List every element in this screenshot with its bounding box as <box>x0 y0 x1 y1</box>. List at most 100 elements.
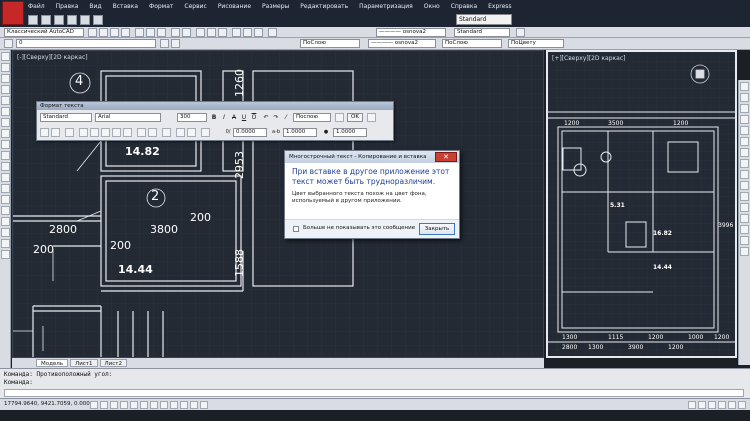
stack-icon[interactable]: ⁄ <box>281 113 291 122</box>
options-icon[interactable] <box>367 113 376 122</box>
numbering-icon[interactable] <box>148 128 157 137</box>
make-block-icon[interactable] <box>1 184 10 193</box>
ortho-icon[interactable] <box>110 401 118 409</box>
menu-draw[interactable]: Рисование <box>218 3 251 10</box>
underline-icon[interactable]: U <box>239 113 249 122</box>
italic-icon[interactable]: I <box>219 113 229 122</box>
rotate-icon[interactable] <box>740 148 749 157</box>
hatch-icon[interactable] <box>1 206 10 215</box>
layout-icon[interactable] <box>698 401 706 409</box>
mirror-icon[interactable] <box>740 104 749 113</box>
undo-icon[interactable] <box>171 28 180 37</box>
multiline-text-icon[interactable] <box>1 250 10 259</box>
cut-icon[interactable] <box>135 28 144 37</box>
offset-icon[interactable] <box>740 115 749 124</box>
break-icon[interactable] <box>740 203 749 212</box>
align-right-icon[interactable] <box>101 128 110 137</box>
layer-select[interactable]: 0 <box>16 39 156 48</box>
zoom-icon[interactable] <box>207 28 216 37</box>
explode-icon[interactable] <box>740 247 749 256</box>
lowercase-icon[interactable] <box>187 128 196 137</box>
ok-button[interactable]: OK <box>347 113 363 122</box>
justification-icon[interactable] <box>51 128 60 137</box>
construction-line-icon[interactable] <box>1 63 10 72</box>
close-button[interactable]: Закрыть <box>419 223 455 235</box>
textstyle-select[interactable]: Standard <box>456 14 512 25</box>
trim-icon[interactable] <box>740 181 749 190</box>
dimstyle-select[interactable]: Standard <box>454 28 510 37</box>
pan-icon[interactable] <box>196 28 205 37</box>
align-center-icon[interactable] <box>90 128 99 137</box>
distribute-icon[interactable] <box>123 128 132 137</box>
lineweight-icon[interactable] <box>170 401 178 409</box>
spline-icon[interactable] <box>1 140 10 149</box>
grid-icon[interactable] <box>100 401 108 409</box>
stretch-icon[interactable] <box>740 170 749 179</box>
color-select[interactable]: ПоСлою <box>300 39 360 48</box>
erase-icon[interactable] <box>740 82 749 91</box>
dont-show-label[interactable]: Больше не показывать это сообщение <box>303 225 415 231</box>
region-icon[interactable] <box>1 228 10 237</box>
otrack-icon[interactable] <box>140 401 148 409</box>
workspace-switch-icon[interactable] <box>718 401 726 409</box>
menu-express[interactable]: Express <box>488 3 511 10</box>
viewport-right-label[interactable]: [+][Сверху][2D каркас] <box>552 55 625 62</box>
lock-icon[interactable] <box>728 401 736 409</box>
save-icon[interactable] <box>54 15 64 25</box>
paragraph-icon[interactable] <box>65 128 74 137</box>
menu-dimension[interactable]: Размеры <box>262 3 289 10</box>
viewport-right[interactable]: [+][Сверху][2D каркас] 1200 3500 1200 2800 1… <box>546 50 737 358</box>
new-icon[interactable] <box>88 28 97 37</box>
transparency-icon[interactable] <box>180 401 188 409</box>
tab-model[interactable]: Модель <box>36 359 69 367</box>
circle-icon[interactable] <box>1 118 10 127</box>
app-logo-icon[interactable] <box>2 1 24 25</box>
overline-icon[interactable]: O <box>249 113 259 122</box>
bold-icon[interactable]: B <box>209 113 219 122</box>
quick-properties-icon[interactable] <box>190 401 198 409</box>
annotation-scale-icon[interactable] <box>708 401 716 409</box>
text-height-select[interactable]: 300 <box>177 113 207 122</box>
new-icon[interactable] <box>28 15 38 25</box>
lineweight-select[interactable]: ПоСлою <box>442 39 502 48</box>
gradient-icon[interactable] <box>1 217 10 226</box>
open-icon[interactable] <box>99 28 108 37</box>
selection-cycling-icon[interactable] <box>200 401 208 409</box>
menu-file[interactable]: Файл <box>28 3 45 10</box>
zoom-window-icon[interactable] <box>218 28 227 37</box>
dyn-icon[interactable] <box>160 401 168 409</box>
justify-icon[interactable] <box>112 128 121 137</box>
tab-sheet2[interactable]: Лист2 <box>99 359 127 367</box>
command-input[interactable] <box>4 389 744 397</box>
menu-modify[interactable]: Редактировать <box>300 3 348 10</box>
tool-palettes-icon[interactable] <box>254 28 263 37</box>
text-style-select[interactable]: Standard <box>40 113 92 122</box>
align-left-icon[interactable] <box>79 128 88 137</box>
ellipse-icon[interactable] <box>1 151 10 160</box>
redo-icon[interactable]: ↷ <box>271 113 281 122</box>
tracking-input[interactable]: 1.0000 <box>283 128 317 137</box>
print-icon[interactable] <box>121 28 130 37</box>
join-icon[interactable] <box>740 214 749 223</box>
model-space-icon[interactable] <box>688 401 696 409</box>
symbol-icon[interactable] <box>201 128 210 137</box>
ducs-icon[interactable] <box>150 401 158 409</box>
array-icon[interactable] <box>740 126 749 135</box>
menu-insert[interactable]: Вставка <box>113 3 138 10</box>
menu-format[interactable]: Формат <box>149 3 173 10</box>
layer-previous-icon[interactable] <box>171 39 180 48</box>
properties-icon[interactable] <box>232 28 241 37</box>
polar-icon[interactable] <box>120 401 128 409</box>
text-formatting-title[interactable]: Формат текста <box>37 102 393 110</box>
osnap-icon[interactable] <box>130 401 138 409</box>
columns-icon[interactable] <box>40 128 49 137</box>
viewport-left-label[interactable]: [-][Сверху][2D каркас] <box>17 54 88 61</box>
width-factor-input[interactable]: 1.0000 <box>333 128 367 137</box>
paste-icon[interactable] <box>157 28 166 37</box>
layer-properties-icon[interactable] <box>4 39 13 48</box>
uppercase-icon[interactable] <box>176 128 185 137</box>
insert-field-icon[interactable] <box>162 128 171 137</box>
line-icon[interactable] <box>1 52 10 61</box>
chamfer-icon[interactable] <box>740 225 749 234</box>
redo-icon[interactable] <box>182 28 191 37</box>
